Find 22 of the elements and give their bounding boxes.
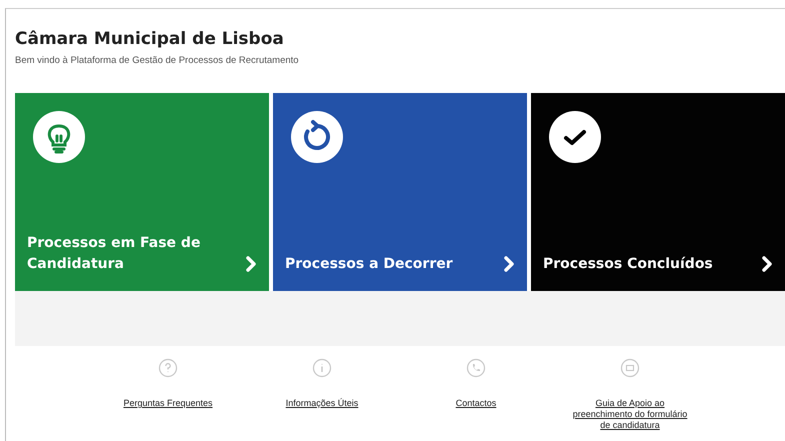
chevron-right-icon bbox=[245, 255, 257, 273]
process-tile[interactable]: Processos Concluídos bbox=[531, 93, 785, 291]
help-link[interactable]: Perguntas Frequentes bbox=[108, 398, 228, 409]
phone-icon[interactable] bbox=[466, 358, 486, 378]
tile-label: Processos a Decorrer bbox=[285, 255, 453, 274]
question-icon[interactable] bbox=[158, 358, 178, 378]
page-subtitle: Bem vindo à Plataforma de Gestão de Processos de Recrutamento bbox=[15, 55, 300, 66]
screen-icon[interactable] bbox=[620, 358, 640, 378]
refresh-icon bbox=[291, 111, 343, 163]
checkmark-icon bbox=[549, 111, 601, 163]
page-title: Câmara Municipal de Lisboa bbox=[15, 29, 285, 49]
process-tile[interactable]: Processos em Fase de Candidatura bbox=[15, 93, 269, 291]
lightbulb-icon bbox=[33, 111, 85, 163]
info-icon[interactable] bbox=[312, 358, 332, 378]
process-tile[interactable]: Processos a Decorrer bbox=[273, 93, 527, 291]
help-link[interactable]: Contactos bbox=[416, 398, 536, 409]
help-link[interactable]: Guia de Apoio ao preenchimento do formulário de candidatura bbox=[570, 398, 690, 431]
tile-label: Processos em Fase de Candidatura bbox=[27, 234, 202, 274]
tile-label: Processos Concluídos bbox=[543, 255, 713, 274]
help-link[interactable]: Informações Úteis bbox=[262, 398, 382, 409]
chevron-right-icon bbox=[503, 255, 515, 273]
chevron-right-icon bbox=[761, 255, 773, 273]
